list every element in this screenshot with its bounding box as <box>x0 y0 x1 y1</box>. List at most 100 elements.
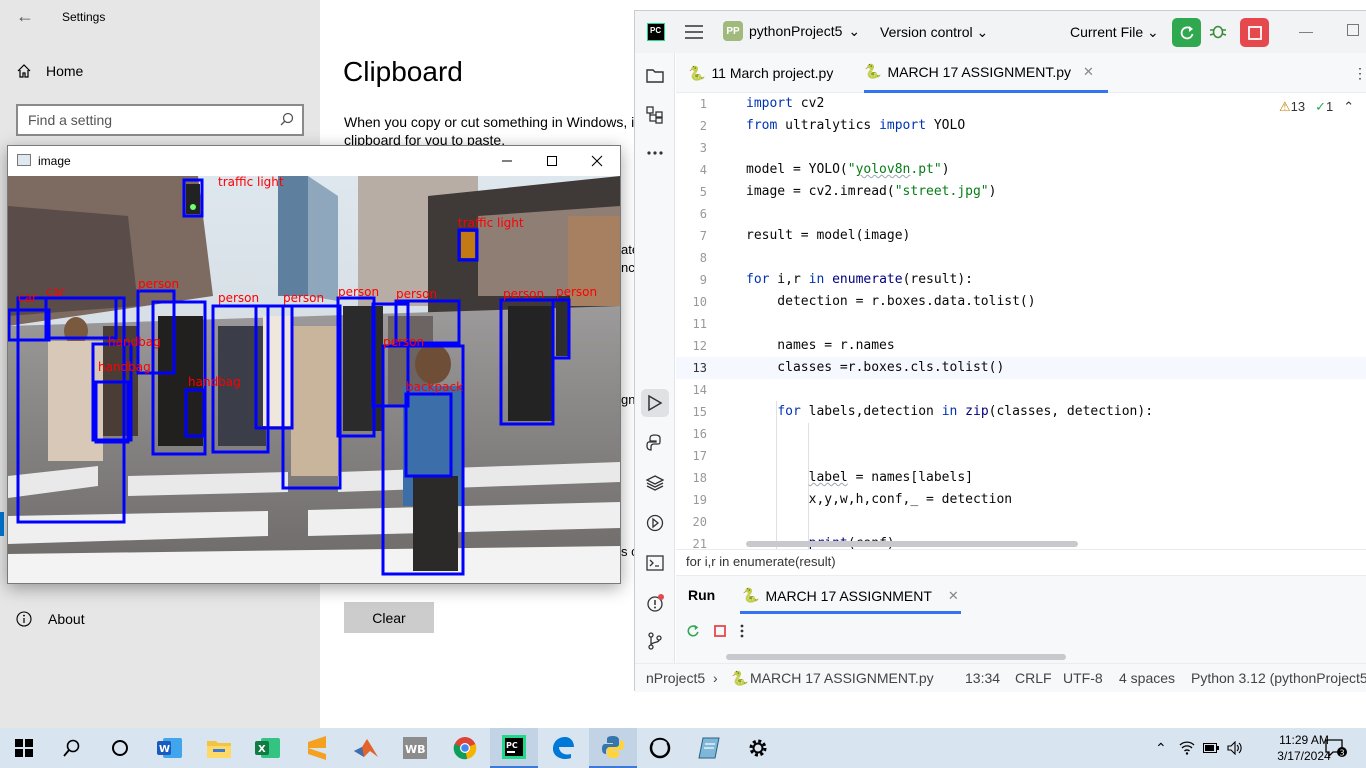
selection-indicator <box>0 512 4 536</box>
description-line: When you copy or cut something in Window… <box>344 114 634 130</box>
line-number: 11 <box>692 317 707 331</box>
svg-text:person: person <box>383 335 424 349</box>
project-folder-icon[interactable] <box>645 65 665 85</box>
rerun-icon[interactable] <box>686 624 700 638</box>
status-indent[interactable]: 4 spaces <box>1119 670 1175 686</box>
status-interpreter[interactable]: Python 3.12 (pythonProject5 <box>1191 670 1366 686</box>
image-window-titlebar[interactable]: image <box>8 146 620 176</box>
code-text: import cv2 from ultralytics import YOLO … <box>746 93 1153 549</box>
vcs-selector[interactable]: Version control ⌄ <box>880 24 988 41</box>
services-icon[interactable] <box>645 513 665 533</box>
wb-app[interactable]: WB <box>391 728 439 768</box>
run-config-selector[interactable]: Current File ⌄ <box>1070 24 1159 41</box>
line-number: 2 <box>699 119 707 133</box>
editor-tabs: 🐍 11 March project.py 🐍 MARCH 17 ASSIGNM… <box>676 53 1366 93</box>
horizontal-scrollbar[interactable] <box>746 541 1078 547</box>
check-icon: ✓ <box>1315 99 1327 114</box>
obs-app[interactable] <box>636 728 684 768</box>
python-packages-icon[interactable] <box>645 473 665 493</box>
close-icon <box>591 155 603 167</box>
code-line: image = cv2.imread("street.jpg") <box>746 184 997 199</box>
rerun-icon <box>1180 25 1193 39</box>
chrome-app[interactable] <box>441 728 489 768</box>
edge-app[interactable] <box>539 728 587 768</box>
home-nav-item[interactable]: Home <box>16 63 83 79</box>
close-button[interactable] <box>574 146 620 176</box>
status-project[interactable]: nProject5 <box>646 670 705 686</box>
svg-text:person: person <box>218 291 259 305</box>
status-line-separator[interactable]: CRLF <box>1015 670 1052 686</box>
python-console-icon[interactable] <box>645 433 665 453</box>
word-app[interactable]: W <box>146 728 194 768</box>
settings-search-input[interactable] <box>18 106 268 134</box>
code-line: for labels,detection in zip(classes, det… <box>777 404 1154 419</box>
window-maximize-button[interactable] <box>1347 24 1359 36</box>
edge-icon <box>553 737 574 759</box>
taskbar-search-button[interactable] <box>48 728 96 768</box>
cortana-button[interactable] <box>96 728 144 768</box>
code-breadcrumb[interactable]: for i,r in enumerate(result) <box>676 549 1366 575</box>
code-editor[interactable]: 1 2 3 4 5 6 7 8 9 10 11 12 13 14 15 16 17 18 19 20 21 import… <box>676 93 1366 549</box>
chevron-up-icon[interactable]: ⌃ <box>1343 99 1354 115</box>
line-number: 8 <box>699 251 707 265</box>
project-selector[interactable]: PP pythonProject5 ⌄ <box>723 21 860 41</box>
status-file[interactable]: MARCH 17 ASSIGNMENT.py <box>750 670 934 686</box>
terminal-icon[interactable] <box>645 553 665 573</box>
tab-11-march-project[interactable]: 🐍 11 March project.py <box>688 53 833 93</box>
run-config-label: Current File <box>1070 24 1144 40</box>
search-icon[interactable] <box>280 112 294 126</box>
settings-app[interactable] <box>734 728 782 768</box>
breadcrumb-chevron-icon: › <box>713 670 718 686</box>
git-icon[interactable] <box>645 631 665 651</box>
matlab-app[interactable] <box>342 728 390 768</box>
python-app[interactable] <box>589 728 637 768</box>
window-minimize-button[interactable]: — <box>1299 23 1313 39</box>
file-explorer-app[interactable] <box>195 728 243 768</box>
notes-app[interactable] <box>685 728 733 768</box>
home-label: Home <box>46 63 84 79</box>
warning-icon: ⚠ <box>1279 99 1291 114</box>
about-nav-item[interactable]: About <box>16 611 85 627</box>
close-tab-icon[interactable]: ✕ <box>1083 64 1094 80</box>
battery-icon[interactable] <box>1202 742 1219 754</box>
more-tabs-icon[interactable]: ⋮ <box>1353 65 1366 82</box>
line-number: 10 <box>692 295 707 309</box>
back-arrow-icon[interactable]: ← <box>16 6 34 27</box>
system-tray: ⌃ <box>1155 728 1243 768</box>
run-tool-icon[interactable] <box>641 389 669 417</box>
run-tab[interactable]: 🐍 MARCH 17 ASSIGNMENT ✕ <box>740 580 961 614</box>
rerun-button[interactable] <box>1172 18 1201 47</box>
stop-icon[interactable] <box>714 625 726 637</box>
chevron-up-icon[interactable]: ⌃ <box>1155 740 1167 757</box>
notification-center-button[interactable]: 3 <box>1316 728 1356 768</box>
notification-count: 3 <box>1340 749 1345 758</box>
status-caret-position[interactable]: 13:34 <box>965 670 1000 686</box>
debug-bug-icon[interactable] <box>1209 22 1227 40</box>
code-line: classes =r.boxes.cls.tolist() <box>746 360 1005 375</box>
wifi-icon[interactable] <box>1179 741 1195 755</box>
settings-search-box[interactable] <box>16 104 304 136</box>
close-tab-icon[interactable]: ✕ <box>948 588 959 604</box>
run-output-scrollbar[interactable] <box>726 654 1066 660</box>
volume-icon[interactable] <box>1227 741 1243 755</box>
excel-app[interactable]: X <box>244 728 292 768</box>
main-menu-icon[interactable] <box>685 24 703 40</box>
pycharm-app[interactable]: PC <box>490 728 538 768</box>
more-tools-icon[interactable] <box>645 143 665 163</box>
maximize-button[interactable] <box>529 146 575 176</box>
start-button[interactable] <box>0 728 48 768</box>
minimize-button[interactable] <box>484 146 530 176</box>
svg-text:person: person <box>396 287 437 301</box>
stop-button[interactable] <box>1240 18 1269 47</box>
sublime-app[interactable] <box>293 728 341 768</box>
detection-image: traffic light traffic light car car pers… <box>8 176 620 583</box>
problems-icon[interactable] <box>645 593 665 613</box>
tab-march-17-assignment[interactable]: 🐍 MARCH 17 ASSIGNMENT.py ✕ <box>864 53 1108 93</box>
structure-icon[interactable] <box>645 105 665 125</box>
more-options-icon[interactable] <box>740 624 744 638</box>
svg-text:car: car <box>18 291 37 305</box>
maximize-icon <box>547 156 557 166</box>
status-encoding[interactable]: UTF-8 <box>1063 670 1103 686</box>
clear-button[interactable]: Clear <box>344 602 434 633</box>
inspection-widget[interactable]: ⚠13 ✓1 ⌃ <box>1279 99 1354 115</box>
